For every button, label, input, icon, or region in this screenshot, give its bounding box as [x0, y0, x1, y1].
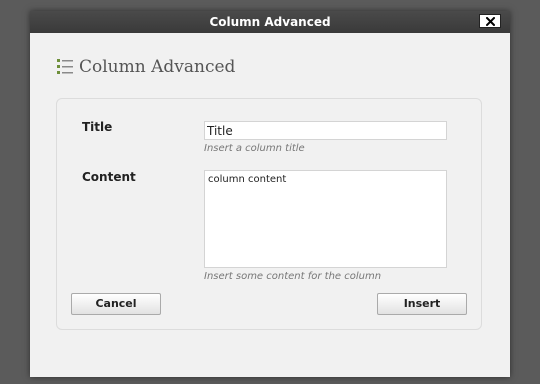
close-button[interactable] — [479, 14, 501, 28]
page-title: Column Advanced — [79, 57, 236, 77]
column-advanced-dialog: Column Advanced Column Advanced Title In… — [30, 11, 510, 377]
content-hint: Insert some content for the column — [204, 271, 382, 282]
cancel-button[interactable]: Cancel — [71, 293, 161, 315]
insert-button[interactable]: Insert — [377, 293, 467, 315]
content-textarea[interactable]: column content — [204, 170, 447, 268]
title-label: Title — [82, 120, 113, 134]
list-icon — [57, 59, 73, 74]
content-label: Content — [82, 170, 136, 184]
close-icon — [486, 17, 495, 26]
dialog-titlebar: Column Advanced — [30, 11, 510, 33]
dialog-title: Column Advanced — [209, 15, 331, 29]
title-hint: Insert a column title — [204, 143, 305, 154]
form-panel: Title Insert a column title Content colu… — [56, 98, 482, 330]
title-input[interactable] — [204, 121, 447, 140]
